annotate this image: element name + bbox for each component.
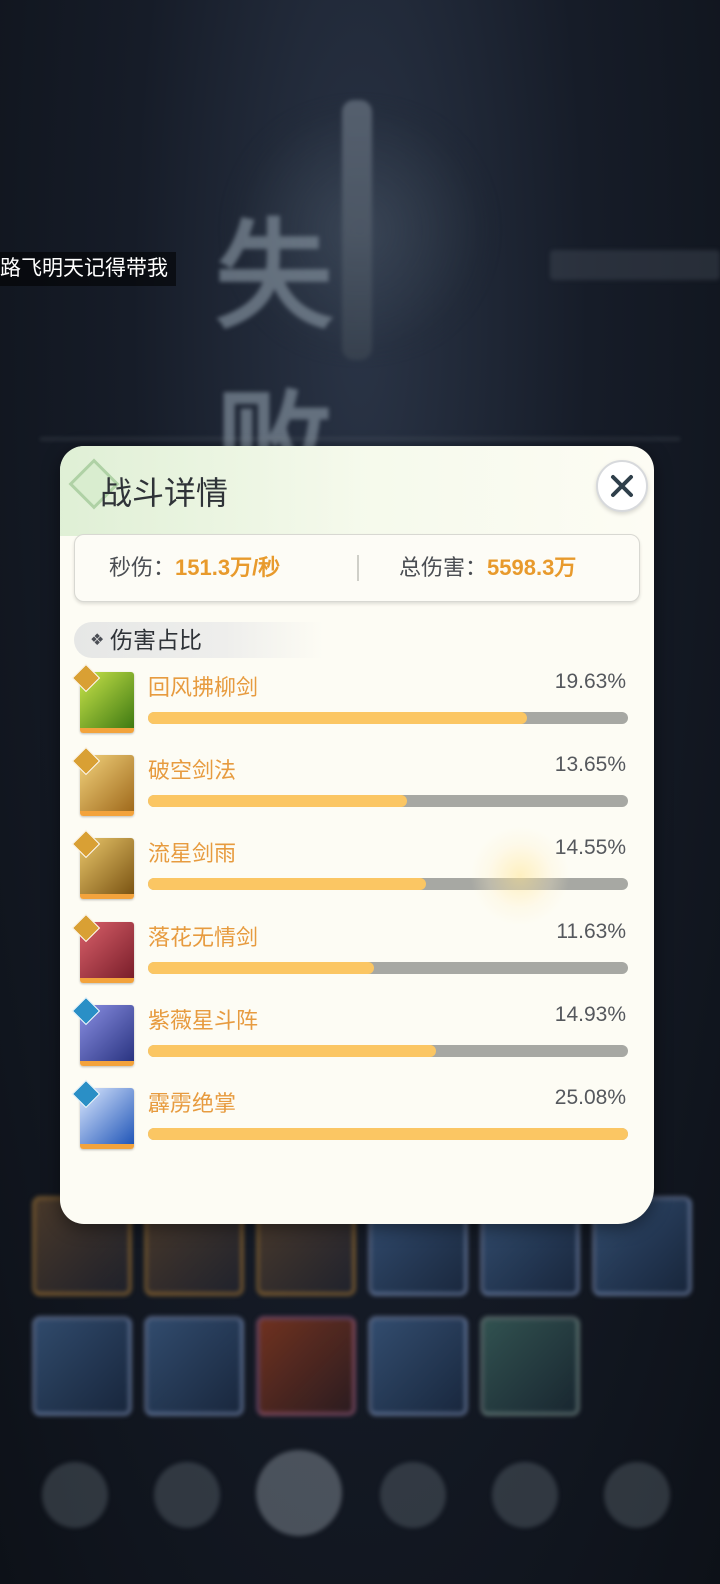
damage-bar-fill — [148, 961, 374, 974]
damage-bar-fill — [148, 795, 408, 808]
skill-percent: 19.63% — [554, 670, 626, 693]
damage-bar-track — [148, 712, 628, 724]
panel-title: 战斗详情 — [100, 475, 229, 511]
skill-name: 回风拂柳剑 — [148, 675, 259, 700]
skill-percent: 25.08% — [554, 1086, 626, 1109]
background-skill-slot — [480, 1316, 580, 1416]
total-damage-stat: 总伤害：5598.3万 — [399, 535, 576, 601]
skill-name: 破空剑法 — [148, 758, 237, 784]
background-skill-slot — [368, 1316, 468, 1416]
player-name: 路飞明天记得带我 — [0, 252, 176, 286]
total-damage-value: 5598.3万 — [487, 555, 577, 580]
background-nav-button — [380, 1462, 446, 1528]
skill-row: 回风拂柳剑 19.63% — [71, 663, 630, 744]
skill-percent: 11.63% — [556, 919, 626, 943]
bullet-icon: ❖ — [90, 630, 105, 649]
damage-bar-fill — [148, 878, 427, 891]
background-nav-button — [154, 1462, 220, 1528]
close-button[interactable] — [596, 460, 648, 512]
background-skill-slot — [144, 1316, 244, 1416]
divider — [40, 438, 680, 440]
damage-bar-track — [148, 1128, 628, 1140]
total-damage-label: 总伤害： — [399, 555, 488, 580]
skill-percent: 14.55% — [554, 836, 626, 860]
dps-label: 秒伤： — [109, 555, 176, 580]
background-nav-button — [42, 1462, 108, 1528]
sword-type-badge-icon — [71, 663, 101, 693]
skill-row: 霹雳绝掌 25.08% — [71, 1079, 630, 1160]
background-nav-button — [492, 1462, 558, 1528]
wind-sword-icon — [71, 663, 134, 733]
close-icon — [611, 475, 633, 497]
damage-bar-fill — [148, 1044, 436, 1057]
meteor-sword-icon — [71, 830, 134, 900]
sword-type-badge-icon — [71, 830, 101, 859]
background-nav-button — [604, 1462, 670, 1528]
damage-bar-track — [148, 878, 628, 891]
damage-bar-fill — [148, 1128, 628, 1140]
dps-value: 151.3万/秒 — [175, 555, 281, 580]
battle-details-panel: 战斗详情 秒伤：151.3万/秒 总伤害：5598.3万 ❖ 伤害占比 回风拂柳… — [60, 446, 654, 1224]
damage-bar-fill — [148, 712, 528, 724]
skill-row: 流星剑雨 14.55% — [71, 830, 630, 910]
skill-row: 破空剑法 13.65% — [71, 747, 630, 827]
skill-percent: 14.93% — [554, 1002, 626, 1026]
background-banner — [550, 250, 720, 280]
palm-type-badge-icon — [71, 996, 101, 1025]
skill-percent: 13.65% — [554, 753, 626, 777]
sword-type-badge-icon — [71, 913, 101, 942]
background-skill-slot — [256, 1316, 356, 1416]
skill-name: 霹雳绝掌 — [148, 1091, 237, 1116]
skill-name: 紫薇星斗阵 — [148, 1007, 259, 1033]
void-sword-icon — [71, 747, 134, 817]
damage-stats-box: 秒伤：151.3万/秒 总伤害：5598.3万 — [74, 534, 640, 602]
section-title: 伤害占比 — [110, 627, 202, 653]
background-nav-button — [256, 1450, 342, 1536]
background-skill-slot — [32, 1316, 132, 1416]
skill-row: 紫薇星斗阵 14.93% — [71, 996, 630, 1077]
damage-bar-track — [148, 795, 628, 808]
falling-petal-sword-icon — [71, 913, 134, 983]
skill-name: 落花无情剑 — [148, 924, 259, 950]
sword-type-badge-icon — [71, 747, 101, 776]
divider — [357, 555, 359, 581]
skill-row: 落花无情剑 11.63% — [71, 913, 630, 994]
star-formation-icon — [71, 996, 134, 1066]
thunder-palm-icon — [71, 1079, 134, 1149]
skill-name: 流星剑雨 — [148, 841, 237, 867]
damage-bar-track — [148, 961, 628, 974]
damage-share-header: ❖ 伤害占比 — [74, 622, 324, 658]
palm-type-badge-icon — [71, 1079, 101, 1109]
damage-bar-track — [148, 1044, 628, 1057]
dps-stat: 秒伤：151.3万/秒 — [109, 535, 280, 601]
